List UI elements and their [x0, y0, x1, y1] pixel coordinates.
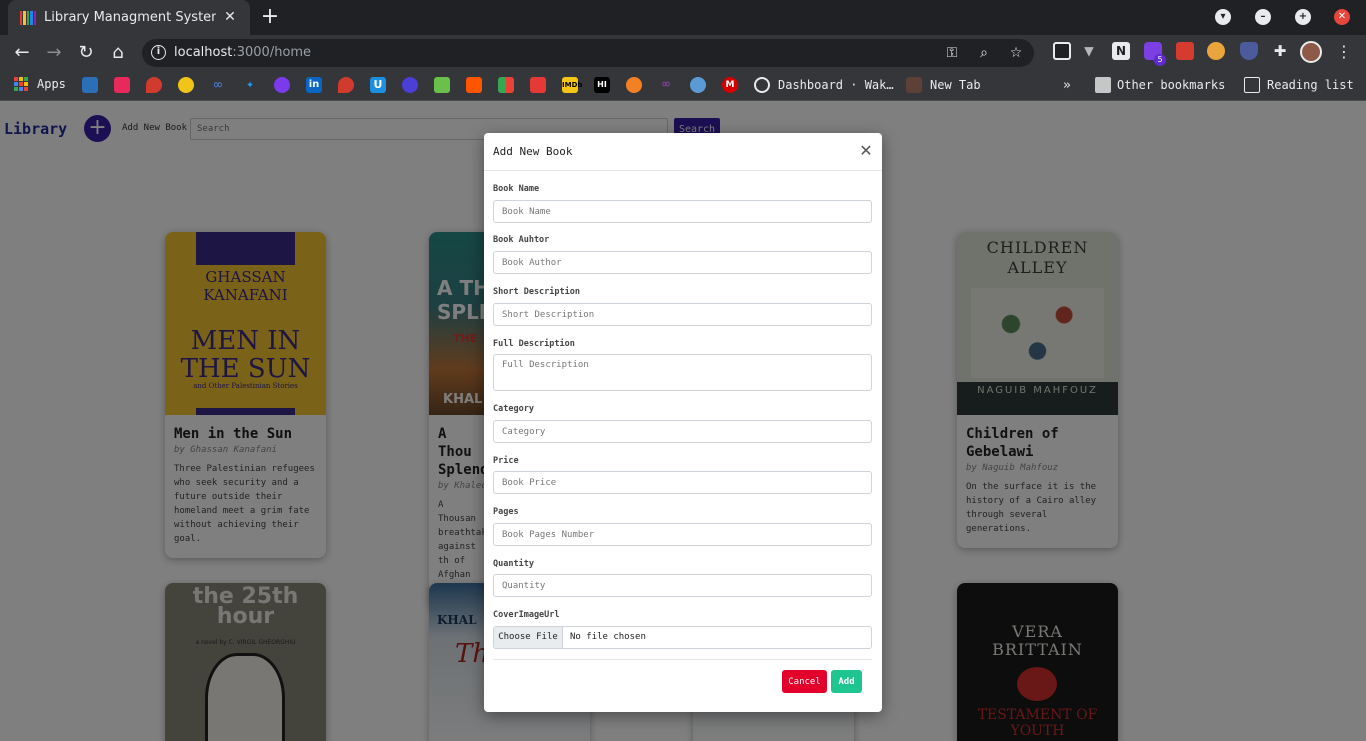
- url-text[interactable]: localhost:3000/home: [174, 45, 311, 60]
- extension-badge: 5: [1154, 54, 1166, 66]
- extension-pen-icon[interactable]: [1053, 42, 1071, 60]
- price-input[interactable]: [493, 471, 872, 494]
- bookmark-apps-label: Apps: [37, 77, 66, 91]
- library-favicon-icon: [20, 11, 37, 25]
- browser-tab[interactable]: Library Managment System ✕: [8, 0, 250, 35]
- soundcloud-icon[interactable]: [466, 77, 482, 93]
- bookmark-newtab[interactable]: New Tab: [930, 78, 981, 92]
- browser-menu-icon[interactable]: ⋮: [1336, 41, 1352, 63]
- full-description-label: Full Description: [493, 339, 575, 349]
- maximize-button[interactable]: +: [1295, 9, 1311, 25]
- other-bookmarks[interactable]: Other bookmarks: [1117, 78, 1225, 92]
- newtab-favicon-icon[interactable]: [906, 77, 922, 93]
- modal-footer-divider: [493, 659, 872, 660]
- extension-cookie-icon[interactable]: [1207, 42, 1225, 60]
- category-label: Category: [493, 404, 534, 414]
- cancel-button[interactable]: Cancel: [782, 670, 827, 693]
- bookmark-red-doc-icon[interactable]: [530, 77, 546, 93]
- twitter-icon[interactable]: ✦: [242, 77, 258, 93]
- price-label: Price: [493, 456, 519, 466]
- bookmark-link-icon[interactable]: ∞: [210, 77, 226, 93]
- pages-input[interactable]: [493, 523, 872, 546]
- extension-vue-icon[interactable]: ▼: [1080, 42, 1098, 60]
- quantity-label: Quantity: [493, 559, 534, 569]
- tab-close-icon[interactable]: ✕: [220, 7, 240, 27]
- bookmark-yellow-icon[interactable]: [178, 77, 194, 93]
- bookmark-shield-icon[interactable]: [82, 77, 98, 93]
- address-bar[interactable]: i localhost:3000/home ⚿ ⌕ ☆: [142, 39, 1034, 67]
- key-icon[interactable]: ⚿: [942, 43, 962, 63]
- close-icon[interactable]: ✕: [858, 143, 874, 159]
- choose-file-button[interactable]: Choose File: [494, 627, 563, 648]
- bookmark-infinity-icon[interactable]: ∞: [658, 77, 674, 93]
- book-author-input[interactable]: [493, 251, 872, 274]
- bookmark-mountain-icon[interactable]: [690, 77, 706, 93]
- stackoverflow-icon[interactable]: [626, 77, 642, 93]
- bookmark-pin-icon[interactable]: [146, 77, 162, 93]
- bookmark-m-icon[interactable]: M: [722, 77, 738, 93]
- cover-image-file-input[interactable]: Choose File No file chosen: [493, 626, 872, 649]
- book-name-label: Book Name: [493, 184, 540, 194]
- bookmark-u-icon[interactable]: U: [370, 77, 386, 93]
- home-icon[interactable]: ⌂: [106, 41, 130, 65]
- bookmark-k-icon[interactable]: [114, 77, 130, 93]
- more-bookmarks-chevron-icon[interactable]: »: [1063, 78, 1071, 93]
- category-input[interactable]: [493, 420, 872, 443]
- modal-header: Add New Book ✕: [484, 133, 882, 171]
- reading-list-icon: [1244, 77, 1260, 93]
- bookmark-star-icon[interactable]: ☆: [1006, 43, 1026, 63]
- back-arrow-icon[interactable]: ←: [10, 41, 34, 65]
- close-window-button[interactable]: ✕: [1334, 9, 1350, 25]
- new-tab-button[interactable]: +: [258, 6, 282, 30]
- browser-tab-bar: Library Managment System ✕ + ▾ – + ✕: [0, 0, 1366, 35]
- apps-grid-icon: [14, 77, 28, 91]
- cover-image-label: CoverImageUrl: [493, 610, 560, 620]
- book-author-label: Book Auhtor: [493, 235, 550, 245]
- modal-title: Add New Book: [493, 145, 573, 158]
- extension-notion-icon[interactable]: N: [1112, 42, 1130, 60]
- bookmark-dashboard[interactable]: Dashboard · Wak…: [778, 78, 894, 92]
- pages-label: Pages: [493, 507, 519, 517]
- tab-title: Library Managment System: [44, 10, 216, 25]
- add-button[interactable]: Add: [831, 670, 862, 693]
- extension-shield-icon[interactable]: [1240, 42, 1258, 60]
- file-name-text: No file chosen: [570, 632, 646, 642]
- book-name-input[interactable]: [493, 200, 872, 223]
- bookmark-gear-icon[interactable]: [402, 77, 418, 93]
- hackerrank-icon[interactable]: HI: [594, 77, 610, 93]
- add-book-modal: Add New Book ✕ Book Name Book Auhtor Sho…: [484, 133, 882, 712]
- linkedin-icon[interactable]: in: [306, 77, 322, 93]
- bookmark-green-icon[interactable]: [434, 77, 450, 93]
- bookmark-rocket-icon[interactable]: [274, 77, 290, 93]
- extensions-puzzle-icon[interactable]: ✚: [1271, 42, 1289, 60]
- tab-search-icon[interactable]: ▾: [1215, 9, 1231, 25]
- bookmark-apps[interactable]: Apps: [14, 77, 66, 91]
- bookmark-bars-icon[interactable]: [498, 77, 514, 93]
- site-info-icon[interactable]: i: [151, 45, 166, 60]
- profile-avatar[interactable]: [1300, 41, 1322, 63]
- zoom-icon[interactable]: ⌕: [974, 43, 994, 63]
- minimize-button[interactable]: –: [1255, 9, 1271, 25]
- quantity-input[interactable]: [493, 574, 872, 597]
- short-description-label: Short Description: [493, 287, 580, 297]
- folder-icon: [1095, 77, 1111, 93]
- bookmark-pin2-icon[interactable]: [338, 77, 354, 93]
- imdb-icon[interactable]: IMDb: [562, 77, 582, 93]
- wakatime-icon[interactable]: [754, 77, 770, 93]
- short-description-input[interactable]: [493, 303, 872, 326]
- reading-list[interactable]: Reading list: [1267, 78, 1354, 92]
- reload-icon[interactable]: ↻: [74, 41, 98, 65]
- full-description-textarea[interactable]: [493, 354, 872, 391]
- forward-arrow-icon[interactable]: →: [42, 41, 66, 65]
- extension-red-icon[interactable]: [1176, 42, 1194, 60]
